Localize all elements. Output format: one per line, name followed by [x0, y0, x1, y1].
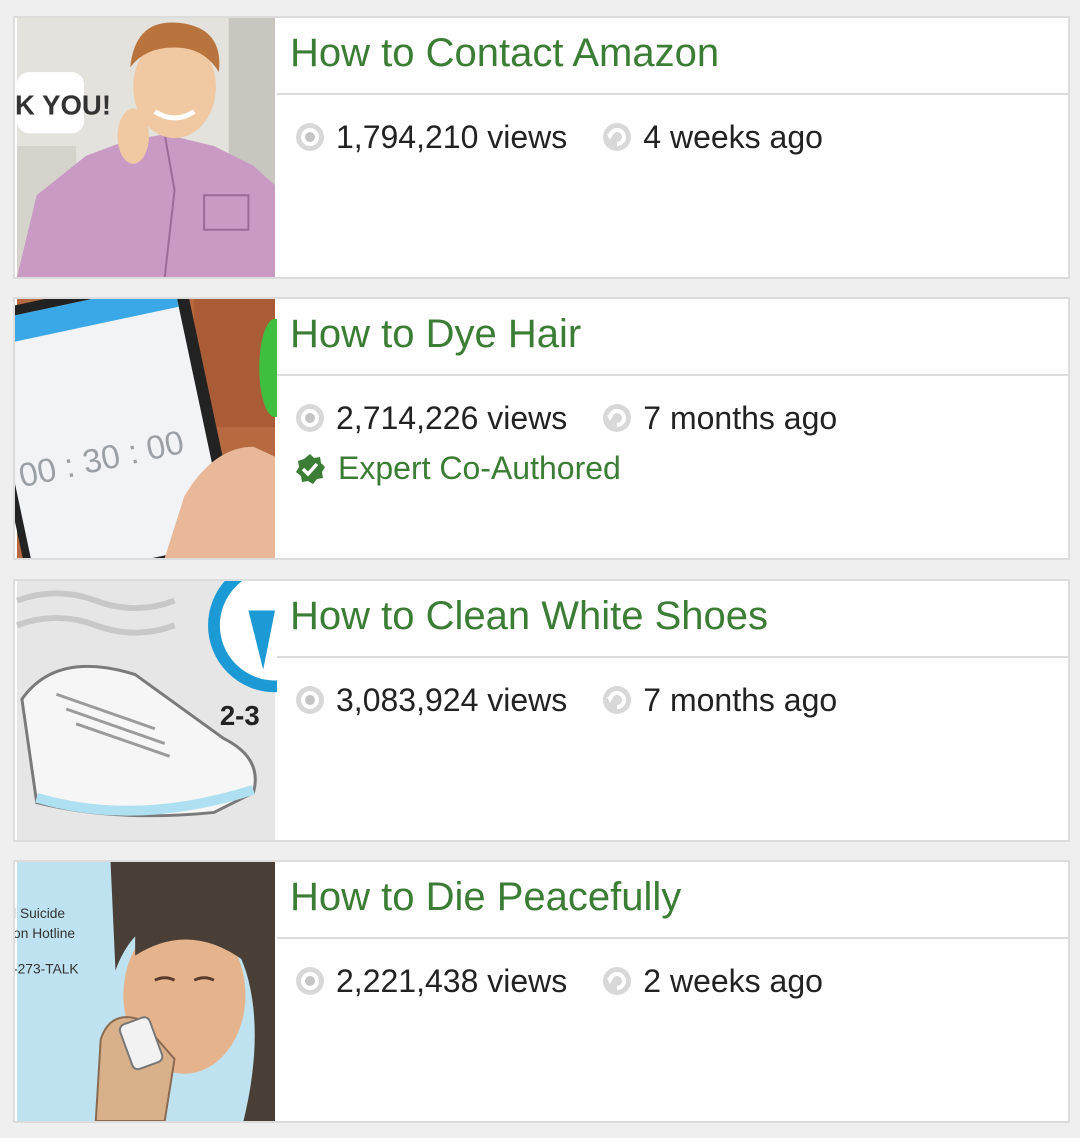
article-thumbnail[interactable]: 00 : 30 : 00	[15, 299, 277, 558]
white-shoes-illustration: 2-3	[15, 581, 277, 840]
eye-icon	[296, 686, 324, 714]
article-meta: 1,794,210 views 4 weeks ago	[277, 115, 1068, 159]
hotline-text-line: on Hotline	[15, 926, 75, 941]
eye-icon	[296, 967, 324, 995]
article-card[interactable]: 2-3 How to Clean White Shoes 3,083,924 v…	[13, 579, 1070, 842]
views-count: 2,714,226 views	[336, 399, 568, 436]
article-meta: 2,714,226 views 7 months ago	[277, 396, 1068, 440]
article-title-link[interactable]: How to Die Peacefully	[277, 862, 1068, 939]
updated-stat: 2 weeks ago	[601, 963, 823, 1000]
views-stat: 2,714,226 views	[294, 400, 567, 437]
views-count: 3,083,924 views	[336, 681, 568, 718]
expert-badge: Expert Co-Authored	[277, 450, 1068, 487]
thumbnail-step-text: 2-3	[220, 700, 260, 731]
updated-time: 7 months ago	[643, 399, 838, 436]
views-count: 1,794,210 views	[336, 118, 568, 155]
updated-time: 7 months ago	[643, 681, 838, 718]
refresh-icon	[603, 686, 632, 714]
article-thumbnail[interactable]: K YOU!	[15, 18, 277, 277]
man-on-phone-illustration: K YOU!	[15, 18, 276, 277]
article-info: How to Clean White Shoes 3,083,924 views…	[277, 581, 1068, 840]
views-stat: 1,794,210 views	[294, 119, 567, 156]
article-card[interactable]: l Suicide on Hotline -273-TALK How to Di…	[13, 860, 1070, 1123]
updated-time: 2 weeks ago	[643, 962, 823, 999]
views-stat: 3,083,924 views	[294, 682, 567, 719]
article-card[interactable]: 00 : 30 : 00 How to Dye Hair 2,714,226 v…	[13, 297, 1070, 560]
article-title-link[interactable]: How to Clean White Shoes	[277, 581, 1068, 658]
article-card[interactable]: K YOU! How to Contact Amazon 1,794,210 v…	[13, 16, 1070, 279]
article-title-link[interactable]: How to Contact Amazon	[277, 18, 1068, 95]
updated-stat: 7 months ago	[601, 682, 837, 719]
updated-stat: 4 weeks ago	[601, 119, 823, 156]
views-stat: 2,221,438 views	[294, 963, 567, 1000]
article-meta: 2,221,438 views 2 weeks ago	[277, 959, 1068, 1003]
eye-icon	[296, 123, 324, 151]
expert-badge-label: Expert Co-Authored	[338, 450, 621, 486]
thumbnail-speech-bubble-text: K YOU!	[15, 90, 111, 121]
refresh-icon	[603, 404, 632, 432]
updated-stat: 7 months ago	[601, 400, 837, 437]
verified-badge-icon	[296, 453, 325, 484]
views-count: 2,221,438 views	[336, 962, 568, 999]
article-info: How to Die Peacefully 2,221,438 views 2 …	[277, 862, 1068, 1121]
phone-timer-photo: 00 : 30 : 00	[15, 299, 277, 558]
article-thumbnail[interactable]: 2-3	[15, 581, 277, 840]
eye-icon	[296, 404, 324, 432]
article-thumbnail[interactable]: l Suicide on Hotline -273-TALK	[15, 862, 277, 1121]
article-info: How to Contact Amazon 1,794,210 views 4 …	[277, 18, 1068, 277]
article-title-link[interactable]: How to Dye Hair	[277, 299, 1068, 376]
article-info: How to Dye Hair 2,714,226 views 7 months…	[277, 299, 1068, 558]
refresh-icon	[603, 967, 632, 995]
article-meta: 3,083,924 views 7 months ago	[277, 678, 1068, 722]
crying-person-illustration: l Suicide on Hotline -273-TALK	[15, 862, 276, 1121]
refresh-icon	[603, 123, 632, 151]
updated-time: 4 weeks ago	[643, 118, 823, 155]
hotline-text-line: -273-TALK	[15, 961, 79, 976]
hotline-text-line: l Suicide	[15, 906, 65, 921]
